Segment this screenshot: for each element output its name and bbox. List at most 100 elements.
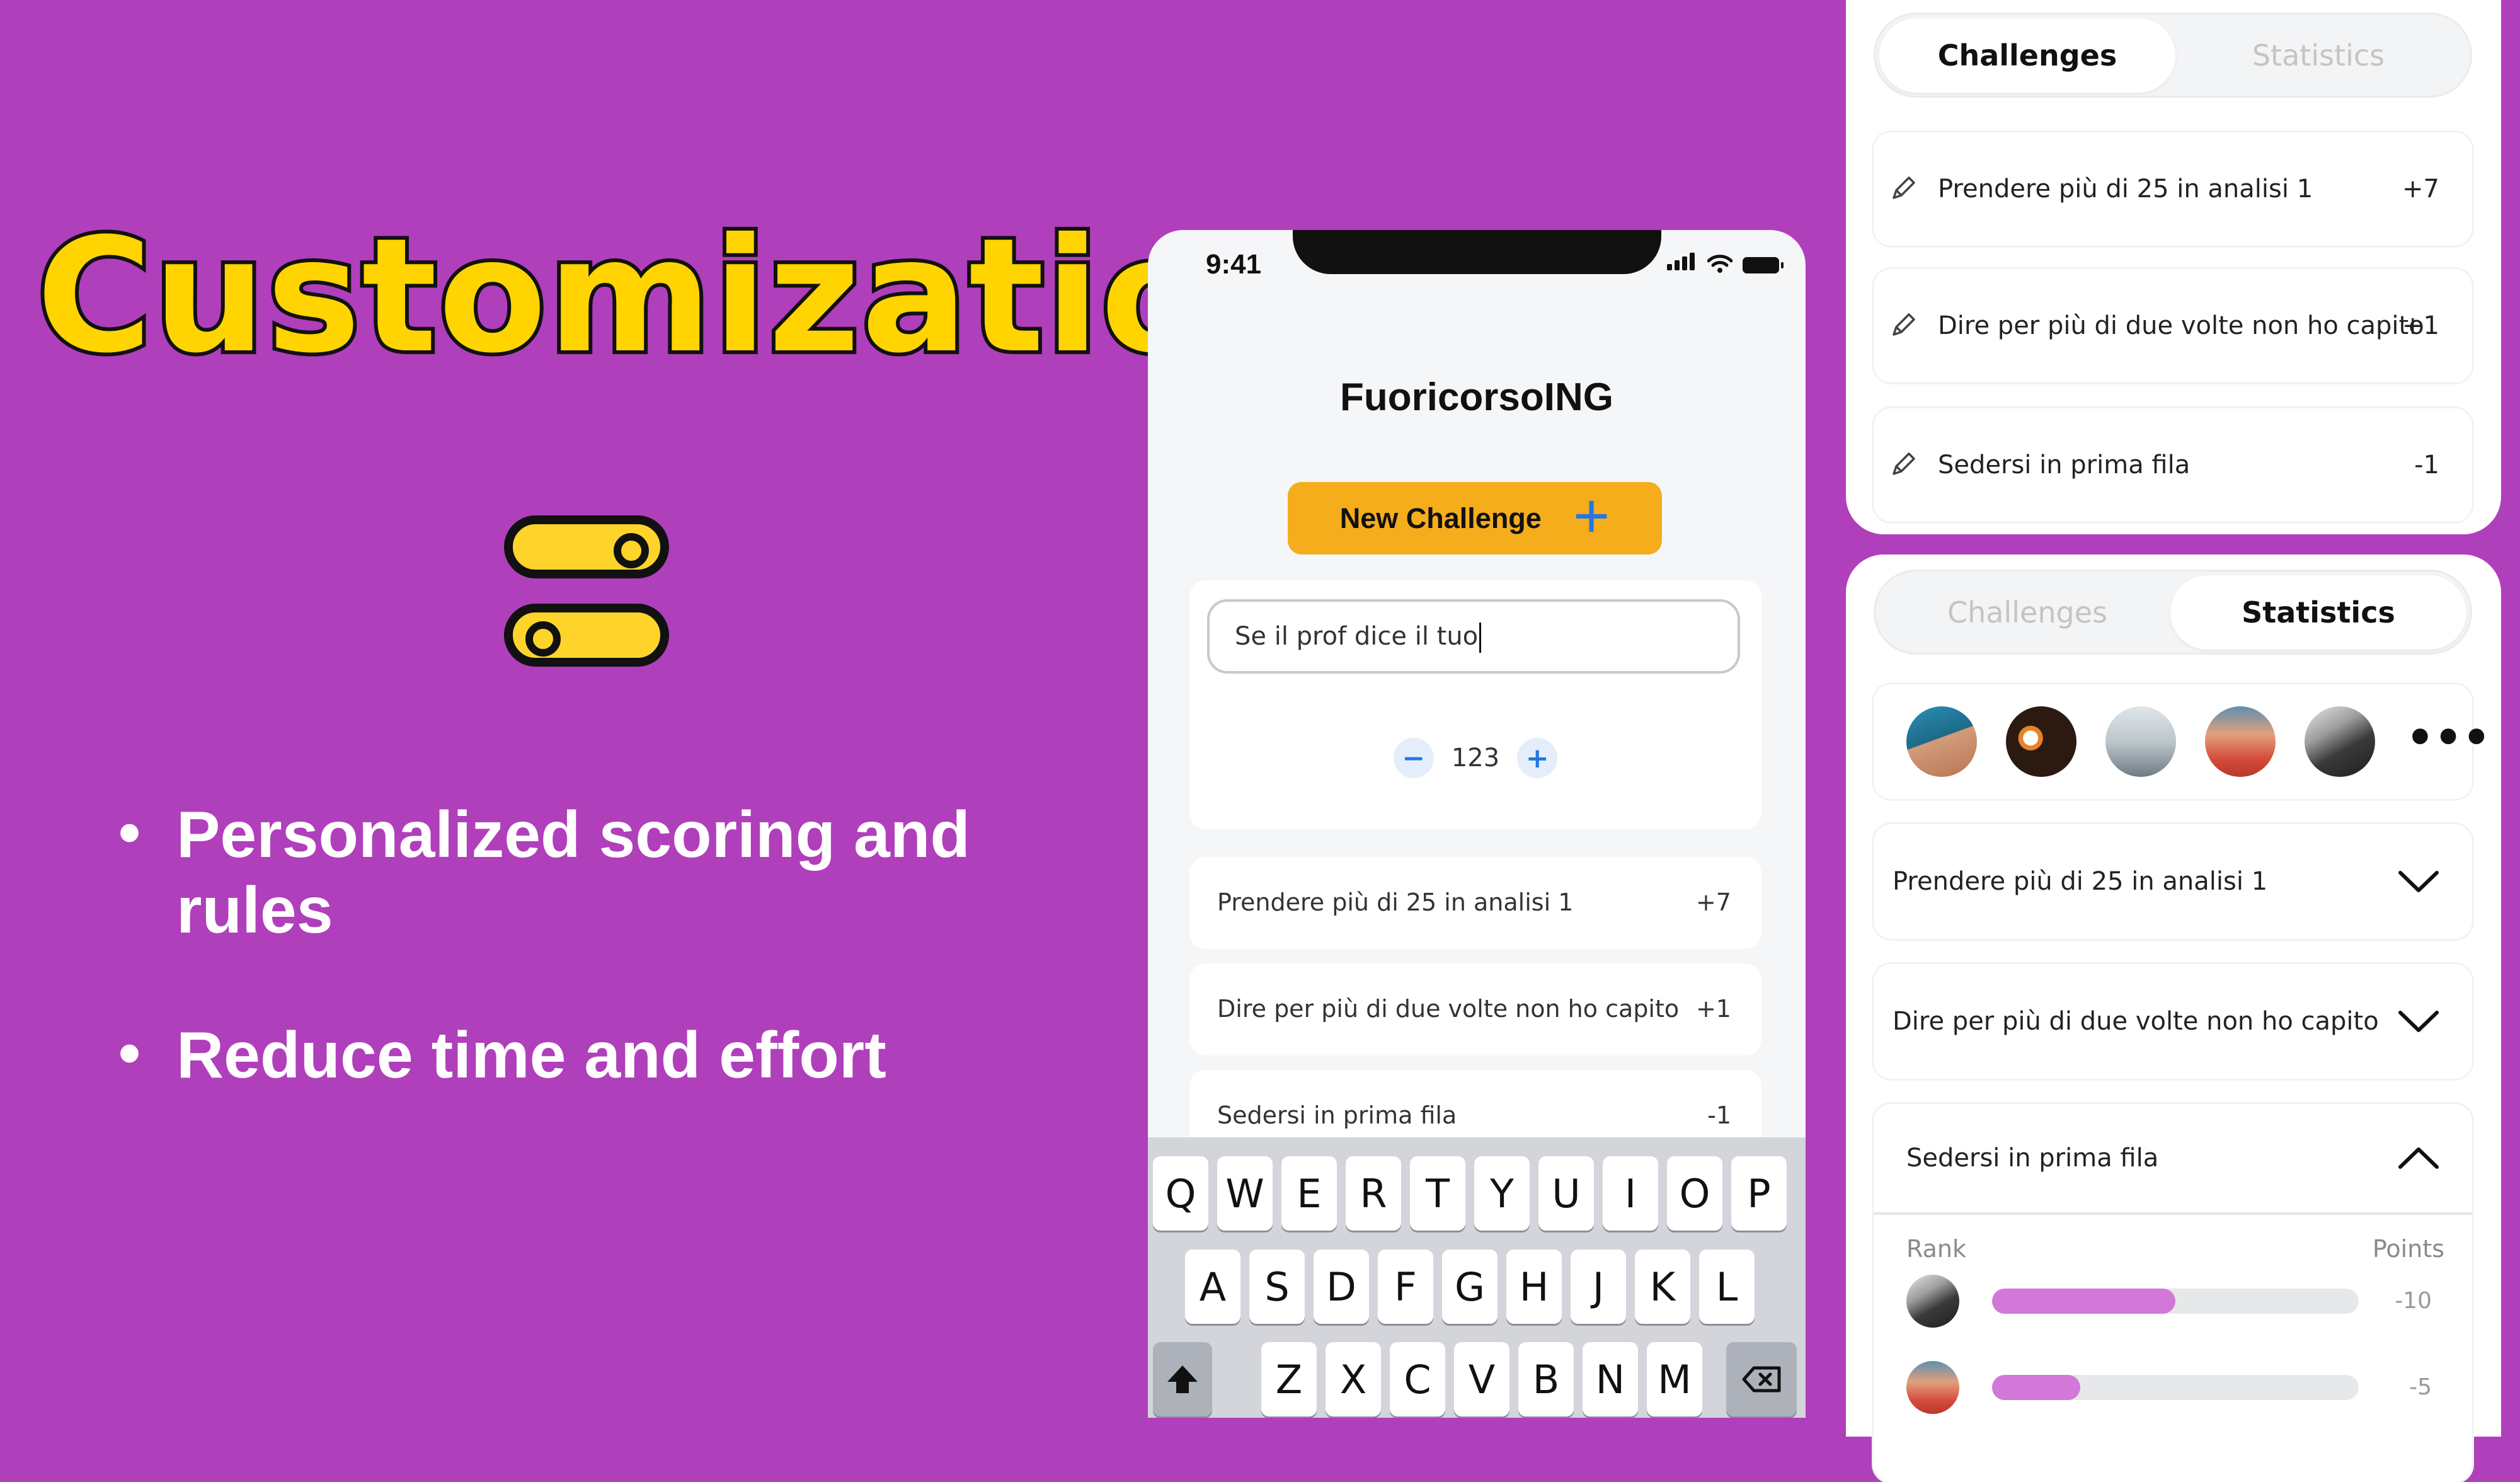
new-challenge-label: New Challenge bbox=[1339, 502, 1542, 534]
phone-screen: 9:41 FuoricorsoING New Challenge + Se il… bbox=[1148, 230, 1806, 1418]
key-b[interactable]: B bbox=[1518, 1342, 1574, 1416]
key-f[interactable]: F bbox=[1378, 1249, 1433, 1324]
key-n[interactable]: N bbox=[1583, 1342, 1638, 1416]
more-members-icon[interactable]: ••• bbox=[2406, 716, 2490, 760]
bullet-text: Personalized scoring and rules bbox=[176, 798, 970, 947]
accordion-item[interactable]: Dire per più di due volte non ho capito bbox=[1874, 964, 2472, 1079]
challenge-item[interactable]: Sedersi in prima fila -1 bbox=[1874, 408, 2472, 522]
score-bar-fill bbox=[1992, 1375, 2080, 1400]
decrement-button[interactable]: − bbox=[1393, 738, 1434, 778]
key-r[interactable]: R bbox=[1346, 1156, 1401, 1231]
key-c[interactable]: C bbox=[1390, 1342, 1445, 1416]
text-caret bbox=[1479, 623, 1482, 653]
rank-header: Rank bbox=[1906, 1235, 1966, 1263]
input-value: Se il prof dice il tuo bbox=[1235, 622, 1479, 651]
chevron-up-icon bbox=[2398, 1147, 2439, 1169]
accordion-header[interactable]: Sedersi in prima fila bbox=[1874, 1104, 2472, 1215]
stepper-value: 123 bbox=[1451, 744, 1500, 773]
key-l[interactable]: L bbox=[1699, 1249, 1755, 1324]
score-bar bbox=[1992, 1289, 2359, 1314]
challenge-label: Sedersi in prima fila bbox=[1217, 1101, 1457, 1129]
avatar[interactable] bbox=[2205, 706, 2276, 777]
avatar[interactable] bbox=[2105, 706, 2176, 777]
challenge-label: Prendere più di 25 in analisi 1 bbox=[1938, 175, 2313, 204]
key-j[interactable]: J bbox=[1571, 1249, 1626, 1324]
segmented-control: Challenges Statistics bbox=[1874, 13, 2472, 98]
chevron-down-icon bbox=[2398, 1011, 2439, 1032]
status-time: 9:41 bbox=[1206, 249, 1262, 280]
key-e[interactable]: E bbox=[1281, 1156, 1337, 1231]
avatar[interactable] bbox=[1906, 706, 1977, 777]
key-g[interactable]: G bbox=[1442, 1249, 1498, 1324]
challenge-row[interactable]: Dire per più di due volte non ho capito … bbox=[1189, 963, 1761, 1055]
key-a[interactable]: A bbox=[1185, 1249, 1240, 1324]
challenge-editor: Se il prof dice il tuo − 123 + bbox=[1189, 580, 1761, 829]
points-stepper: − 123 + bbox=[1189, 738, 1761, 778]
tab-challenges[interactable]: Challenges bbox=[1879, 575, 2175, 650]
key-x[interactable]: X bbox=[1326, 1342, 1381, 1416]
key-t[interactable]: T bbox=[1410, 1156, 1465, 1231]
accordion-item-expanded: Sedersi in prima fila Rank Points -10 -5 bbox=[1874, 1104, 2472, 1482]
phone-notch bbox=[1293, 230, 1661, 274]
bullet-list: • Personalized scoring and rules • Reduc… bbox=[118, 797, 1102, 1163]
challenge-item[interactable]: Dire per più di due volte non ho capito … bbox=[1874, 269, 2472, 382]
key-o[interactable]: O bbox=[1667, 1156, 1722, 1231]
key-k[interactable]: K bbox=[1635, 1249, 1690, 1324]
signal-icon bbox=[1667, 253, 1697, 273]
challenge-points: +7 bbox=[2402, 175, 2439, 204]
shift-key[interactable] bbox=[1153, 1342, 1212, 1416]
chevron-down-icon bbox=[2398, 871, 2439, 892]
key-y[interactable]: Y bbox=[1474, 1156, 1530, 1231]
toggle-icon bbox=[504, 515, 677, 681]
avatar[interactable] bbox=[2006, 706, 2076, 777]
score-bar-fill bbox=[1992, 1289, 2175, 1314]
key-z[interactable]: Z bbox=[1261, 1342, 1317, 1416]
challenge-points: +7 bbox=[1695, 888, 1731, 916]
score-bar bbox=[1992, 1375, 2359, 1400]
challenge-points: +1 bbox=[2402, 311, 2439, 340]
challenge-row[interactable]: Prendere più di 25 in analisi 1 +7 bbox=[1189, 857, 1761, 949]
key-v[interactable]: V bbox=[1454, 1342, 1509, 1416]
challenge-label: Dire per più di due volte non ho capito bbox=[1938, 311, 2424, 340]
key-h[interactable]: H bbox=[1506, 1249, 1562, 1324]
key-w[interactable]: W bbox=[1217, 1156, 1273, 1231]
members-row: ••• bbox=[1874, 684, 2490, 799]
challenge-label: Prendere più di 25 in analisi 1 bbox=[1217, 888, 1574, 916]
tab-statistics[interactable]: Statistics bbox=[2170, 18, 2466, 93]
segmented-control: Challenges Statistics bbox=[1874, 570, 2472, 655]
key-u[interactable]: U bbox=[1538, 1156, 1594, 1231]
wifi-icon bbox=[1707, 255, 1732, 273]
challenge-label: Sedersi in prima fila bbox=[1938, 451, 2191, 480]
challenge-points: +1 bbox=[1695, 995, 1731, 1023]
points-header: Points bbox=[2372, 1235, 2444, 1263]
pencil-icon bbox=[1893, 452, 1915, 475]
avatar bbox=[1906, 1361, 1959, 1414]
avatar bbox=[1906, 1275, 1959, 1328]
score-value: -10 bbox=[2395, 1288, 2432, 1314]
new-challenge-button[interactable]: New Challenge + bbox=[1288, 482, 1662, 554]
tab-challenges[interactable]: Challenges bbox=[1879, 18, 2175, 93]
plus-icon: + bbox=[1572, 480, 1610, 551]
challenge-text-input[interactable]: Se il prof dice il tuo bbox=[1207, 599, 1740, 674]
accordion-label: Dire per più di due volte non ho capito bbox=[1893, 1007, 2379, 1036]
key-m[interactable]: M bbox=[1647, 1342, 1702, 1416]
increment-button[interactable]: + bbox=[1517, 738, 1558, 778]
statistics-panel: Challenges Statistics ••• Prendere più d… bbox=[1846, 554, 2501, 1482]
backspace-key[interactable] bbox=[1726, 1342, 1797, 1416]
shift-icon bbox=[1167, 1365, 1198, 1393]
accordion-item[interactable]: Prendere più di 25 in analisi 1 bbox=[1874, 824, 2472, 939]
challenge-item[interactable]: Prendere più di 25 in analisi 1 +7 bbox=[1874, 132, 2472, 246]
key-q[interactable]: Q bbox=[1153, 1156, 1208, 1231]
tab-statistics[interactable]: Statistics bbox=[2170, 575, 2466, 650]
status-icons bbox=[1667, 253, 1784, 273]
bullet-item: • Reduce time and effort bbox=[118, 1018, 886, 1092]
challenges-panel: Challenges Statistics Prendere più di 25… bbox=[1846, 0, 2501, 534]
score-value: -5 bbox=[2409, 1374, 2432, 1400]
key-d[interactable]: D bbox=[1314, 1249, 1369, 1324]
avatar[interactable] bbox=[2305, 706, 2375, 777]
key-s[interactable]: S bbox=[1249, 1249, 1305, 1324]
key-p[interactable]: P bbox=[1731, 1156, 1787, 1231]
app-title: FuoricorsoING bbox=[1339, 376, 1614, 419]
accordion-label: Prendere più di 25 in analisi 1 bbox=[1893, 867, 2268, 896]
key-i[interactable]: I bbox=[1603, 1156, 1658, 1231]
